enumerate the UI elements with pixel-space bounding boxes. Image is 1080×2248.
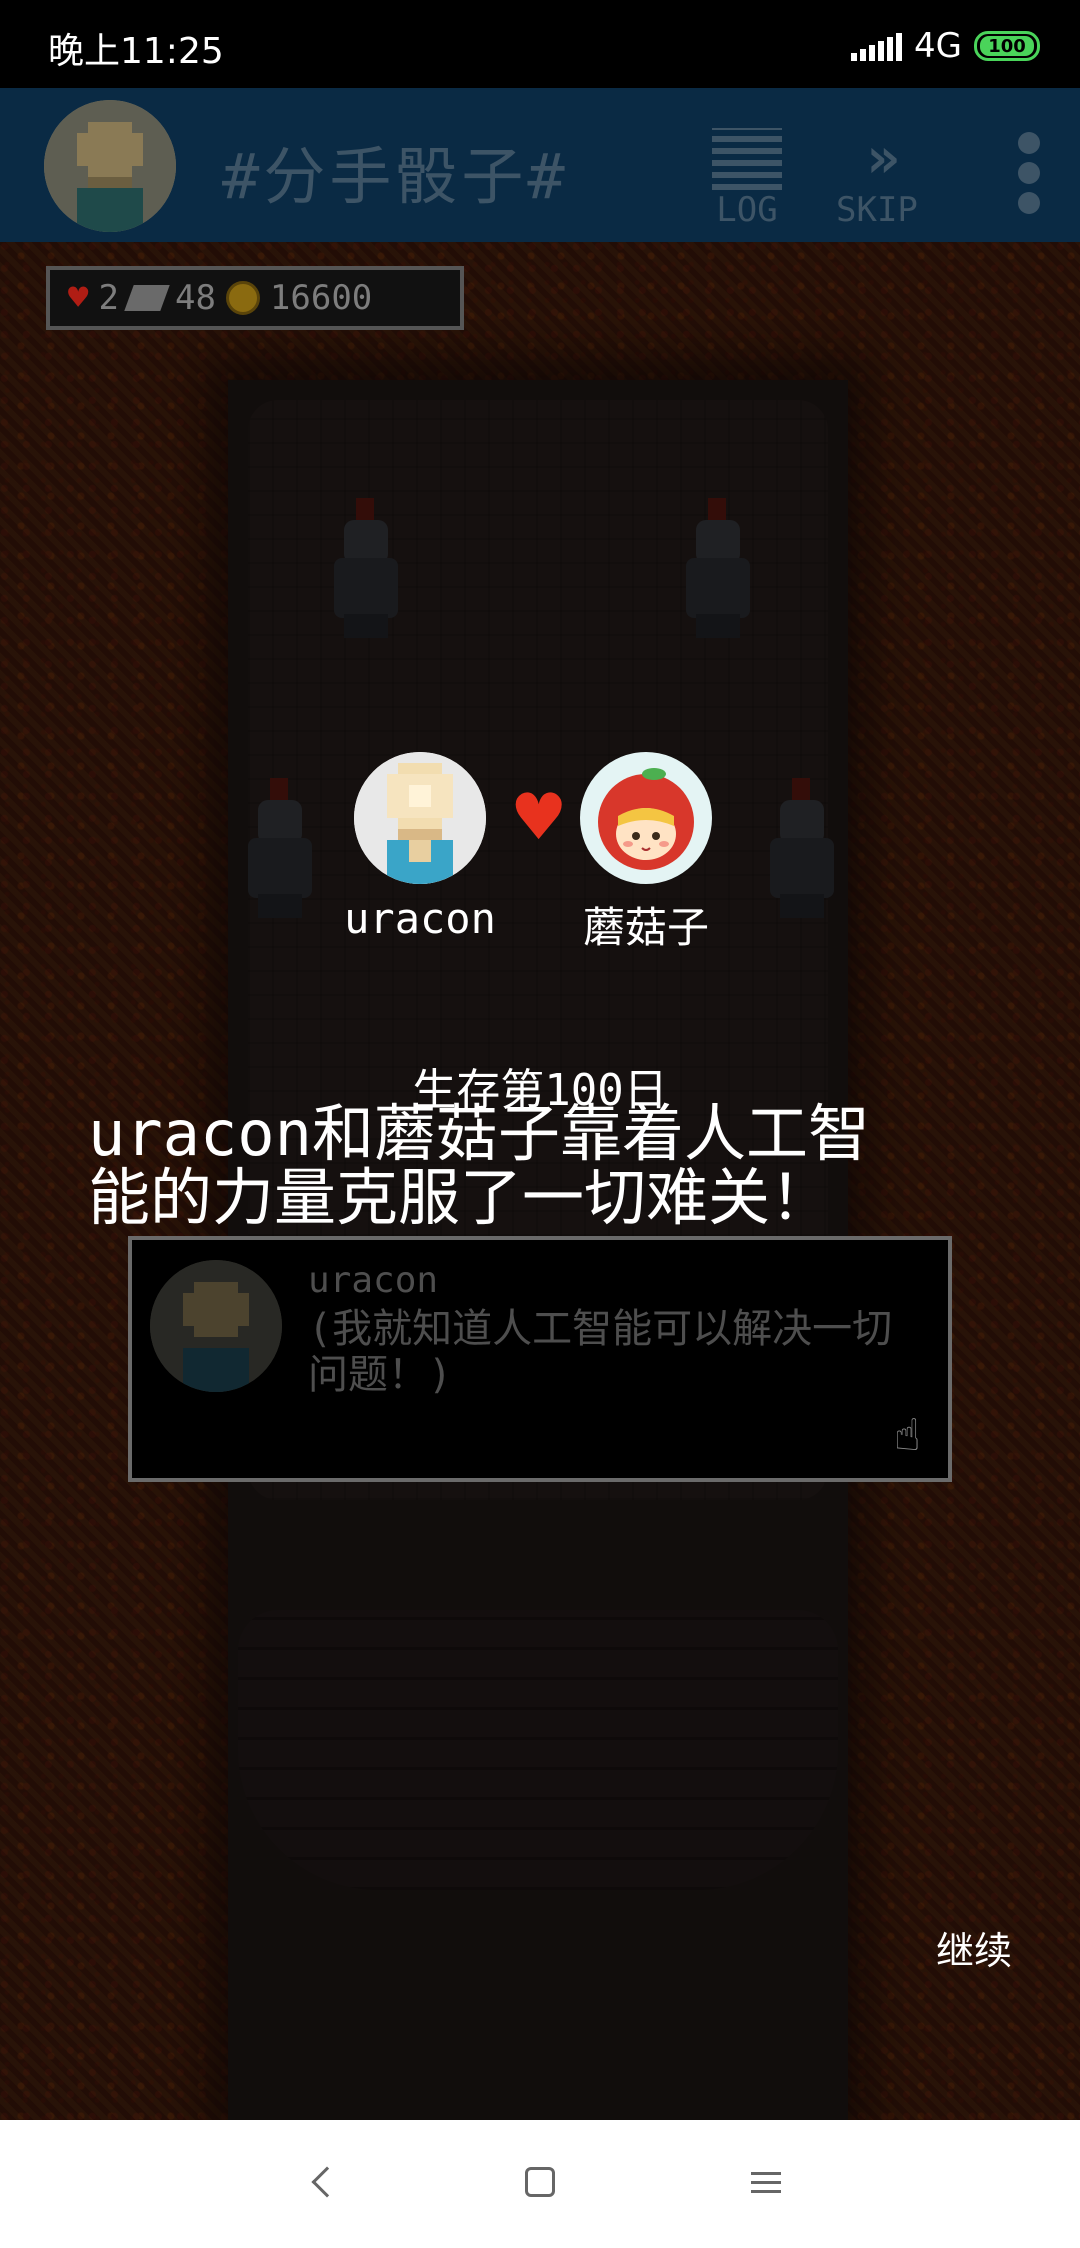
- partner-right: 蘑菇子: [566, 752, 726, 955]
- battery-level: 100: [980, 36, 1034, 57]
- partner-left-name: uracon: [344, 894, 496, 943]
- heart-icon: ♥: [510, 781, 568, 855]
- log-label: LOG: [716, 190, 778, 230]
- hearts-count: 2: [98, 278, 119, 318]
- network-type: 4G: [914, 26, 962, 66]
- skip-button[interactable]: » SKIP: [836, 126, 918, 231]
- app-title: #分手骰子#: [222, 140, 569, 213]
- books-count: 48: [174, 278, 216, 318]
- status-icons: 4G 100: [851, 26, 1040, 66]
- heart-icon: ♥: [68, 278, 89, 318]
- fast-forward-icon: »: [866, 126, 900, 191]
- player-avatar-icon[interactable]: [44, 100, 176, 232]
- signal-icon: [851, 31, 903, 61]
- more-vertical-icon[interactable]: [1018, 132, 1040, 222]
- dialog-speaker: uracon: [308, 1260, 439, 1301]
- status-time: 晚上11:25: [48, 31, 224, 72]
- player-avatar-icon: [354, 752, 486, 884]
- system-nav-bar: [0, 2120, 1080, 2248]
- skip-label: SKIP: [836, 190, 918, 230]
- continue-button[interactable]: 继续: [936, 1920, 1012, 1975]
- app-bar: #分手骰子# LOG » SKIP: [0, 88, 1080, 242]
- coin-icon: [225, 281, 260, 315]
- speaker-avatar-icon: [150, 1260, 282, 1392]
- log-button[interactable]: LOG: [712, 128, 782, 230]
- menu-icon[interactable]: [736, 2152, 796, 2212]
- book-icon: [124, 285, 170, 311]
- partner-left: uracon: [340, 752, 500, 943]
- pointing-hand-icon: ☝: [894, 1410, 921, 1461]
- log-icon: [712, 128, 782, 190]
- back-icon[interactable]: [292, 2152, 352, 2212]
- resource-bar: ♥ 2 48 16600: [46, 266, 464, 330]
- status-bar: 晚上11:25 4G 100: [0, 0, 1080, 88]
- mushroom-girl-avatar-icon: [580, 752, 712, 884]
- dialog-box[interactable]: uracon (我就知道人工智能可以解决一切问题！) ☝: [128, 1236, 952, 1482]
- event-headline: uracon和蘑菇子靠着人工智 能的力量克服了一切难关！: [88, 1097, 870, 1234]
- partner-right-name: 蘑菇子: [582, 903, 709, 952]
- dialog-text: (我就知道人工智能可以解决一切问题！): [308, 1306, 893, 1398]
- home-icon[interactable]: [510, 2152, 570, 2212]
- battery-icon: 100: [974, 31, 1040, 61]
- coins-count: 16600: [269, 278, 373, 318]
